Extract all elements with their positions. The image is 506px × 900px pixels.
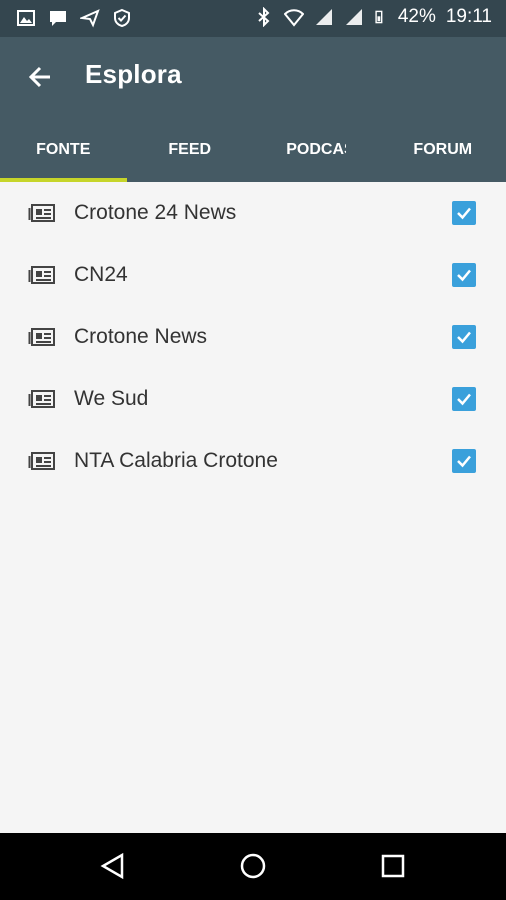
tab-label: PODCAST bbox=[286, 140, 346, 158]
check-icon bbox=[457, 393, 471, 406]
send-icon bbox=[80, 9, 100, 28]
tab-label: FORUM bbox=[413, 140, 473, 158]
signal-icon bbox=[315, 9, 332, 25]
message-icon bbox=[50, 11, 66, 26]
bluetooth-icon bbox=[258, 7, 270, 27]
nav-home-button[interactable] bbox=[238, 851, 268, 881]
wifi-icon bbox=[283, 9, 304, 27]
list-item[interactable]: Crotone News bbox=[0, 306, 506, 368]
status-right: 42% 19:11 bbox=[254, 6, 492, 28]
source-checkbox[interactable] bbox=[452, 325, 476, 349]
tab-bar: FONTE FEED PODCAST FORUM bbox=[0, 117, 506, 182]
back-button[interactable] bbox=[24, 61, 56, 93]
arrow-back-icon bbox=[28, 66, 50, 88]
status-left-icons bbox=[16, 8, 132, 28]
newspaper-icon bbox=[28, 266, 55, 284]
check-icon bbox=[457, 207, 471, 220]
status-bar: 42% 19:11 bbox=[0, 0, 506, 37]
back-triangle-icon bbox=[100, 852, 124, 880]
battery-icon bbox=[375, 10, 383, 24]
list-item[interactable]: CN24 bbox=[0, 244, 506, 306]
source-label: NTA Calabria Crotone bbox=[74, 449, 278, 472]
nav-back-button[interactable] bbox=[98, 851, 128, 881]
shield-icon bbox=[114, 8, 130, 28]
newspaper-icon bbox=[28, 328, 55, 346]
clock: 19:11 bbox=[445, 6, 492, 27]
list-item[interactable]: Crotone 24 News bbox=[0, 182, 506, 244]
signal-icon bbox=[345, 9, 362, 25]
source-checkbox[interactable] bbox=[452, 387, 476, 411]
source-label: We Sud bbox=[74, 387, 149, 410]
nav-recents-button[interactable] bbox=[378, 851, 408, 881]
source-label: Crotone 24 News bbox=[74, 201, 237, 224]
tab-label: FEED bbox=[168, 140, 212, 158]
newspaper-icon bbox=[28, 390, 55, 408]
battery-percent: 42% bbox=[397, 6, 436, 27]
gallery-icon bbox=[17, 10, 35, 26]
newspaper-icon bbox=[28, 204, 55, 222]
tab-feed[interactable]: FEED bbox=[127, 117, 254, 182]
tab-label: FONTE bbox=[36, 140, 91, 158]
sources-list: Crotone 24 News CN24 Crotone News We Sud… bbox=[0, 182, 506, 492]
tab-fonte[interactable]: FONTE bbox=[0, 117, 127, 182]
app-bar: Esplora FONTE FEED PODCAST FORUM bbox=[0, 37, 506, 182]
page-title: Esplora bbox=[85, 59, 182, 89]
check-icon bbox=[457, 331, 471, 344]
source-label: Crotone News bbox=[74, 325, 208, 348]
tab-forum[interactable]: FORUM bbox=[380, 117, 506, 182]
source-label: CN24 bbox=[74, 263, 128, 286]
home-circle-icon bbox=[240, 853, 266, 879]
check-icon bbox=[457, 269, 471, 282]
source-checkbox[interactable] bbox=[452, 263, 476, 287]
list-item[interactable]: NTA Calabria Crotone bbox=[0, 430, 506, 492]
tab-podcast[interactable]: PODCAST bbox=[253, 117, 380, 182]
recents-square-icon bbox=[381, 854, 405, 878]
newspaper-icon bbox=[28, 452, 55, 470]
check-icon bbox=[457, 455, 471, 468]
source-checkbox[interactable] bbox=[452, 449, 476, 473]
source-checkbox[interactable] bbox=[452, 201, 476, 225]
system-nav-bar bbox=[0, 833, 506, 900]
list-item[interactable]: We Sud bbox=[0, 368, 506, 430]
